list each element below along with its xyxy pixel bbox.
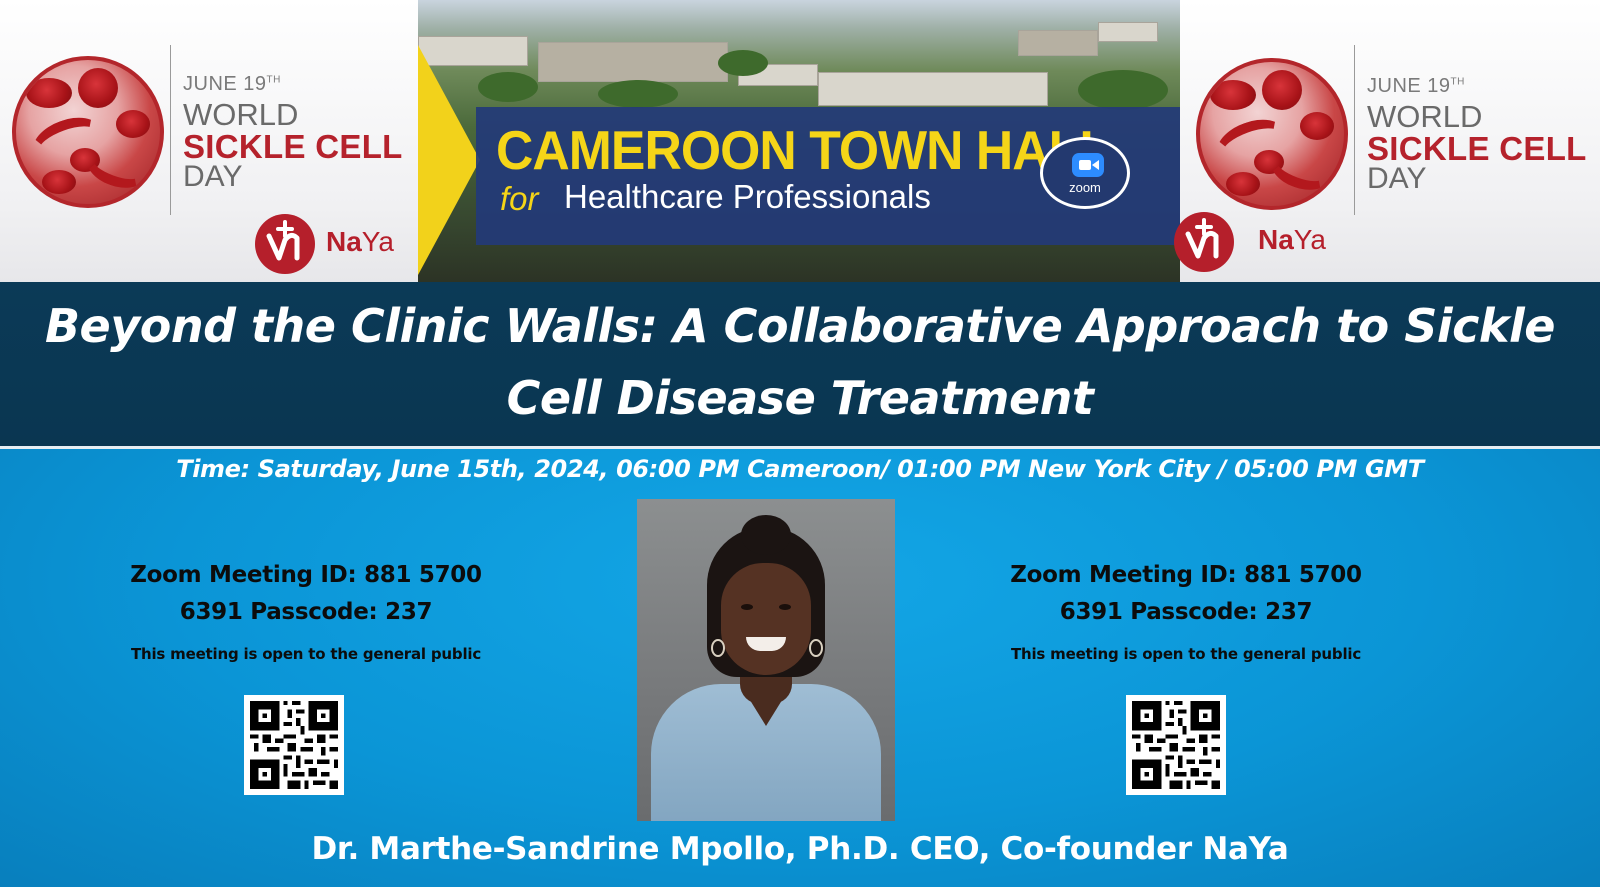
banner-for: for (500, 180, 539, 217)
badge-date: JUNE 19TH (183, 73, 281, 95)
zoom-logo-label: zoom (1069, 180, 1101, 195)
event-info-section: Time: Saturday, June 15th, 2024, 06:00 P… (0, 449, 1600, 887)
public-note: This meeting is open to the general publ… (130, 645, 482, 663)
badge-date: JUNE 19TH (1367, 75, 1465, 97)
badge-day: DAY (183, 160, 243, 193)
yellow-chevron-icon (418, 45, 480, 275)
world-sickle-cell-day-badge-left: JUNE 19TH WORLD SICKLE CELL DAY NaYa (0, 0, 420, 282)
video-camera-icon (1072, 153, 1104, 177)
red-blood-cell-icon (12, 56, 164, 208)
cameroon-town-hall-banner: CAMEROON TOWN HALL for Healthcare Profes… (418, 0, 1180, 282)
zoom-meeting-id-line2: 6391 Passcode: 237 (1059, 599, 1313, 625)
headline-band: Beyond the Clinic Walls: A Collaborative… (0, 282, 1600, 446)
banner-subtitle: Healthcare Professionals (564, 178, 931, 215)
zoom-info-left: Zoom Meeting ID: 881 5700 6391 Passcode:… (96, 557, 516, 663)
world-sickle-cell-day-badge-right: JUNE 19TH WORLD SICKLE CELL DAY NaYa (1174, 0, 1600, 282)
zoom-info-right: Zoom Meeting ID: 881 5700 6391 Passcode:… (976, 557, 1396, 663)
zoom-meeting-id-line2: 6391 Passcode: 237 (179, 599, 433, 625)
naya-logo-text: NaYa (1258, 224, 1326, 255)
badge-day: DAY (1367, 162, 1427, 195)
speaker-name: Dr. Marthe-Sandrine Mpollo, Ph.D. CEO, C… (311, 831, 1289, 867)
event-headline: Beyond the Clinic Walls: A Collaborative… (45, 299, 1555, 425)
zoom-logo-icon: zoom (1040, 137, 1130, 209)
badge-divider (1354, 45, 1355, 215)
naya-logo-text: NaYa (326, 226, 394, 257)
naya-logo-icon (1174, 212, 1234, 272)
public-note: This meeting is open to the general publ… (1010, 645, 1362, 663)
naya-logo-icon (255, 214, 315, 274)
qr-code-icon[interactable] (244, 695, 344, 795)
red-blood-cell-icon (1196, 58, 1348, 210)
qr-code-icon[interactable] (1126, 695, 1226, 795)
zoom-meeting-id-line1: Zoom Meeting ID: 881 5700 (1010, 562, 1362, 588)
banner-title: CAMEROON TOWN HALL (496, 119, 1111, 181)
badge-divider (170, 45, 171, 215)
event-time: Time: Saturday, June 15th, 2024, 06:00 P… (176, 455, 1424, 483)
top-banner: JUNE 19TH WORLD SICKLE CELL DAY NaYa CAM… (0, 0, 1600, 282)
zoom-meeting-id-line1: Zoom Meeting ID: 881 5700 (130, 562, 482, 588)
speaker-photo (637, 499, 895, 821)
